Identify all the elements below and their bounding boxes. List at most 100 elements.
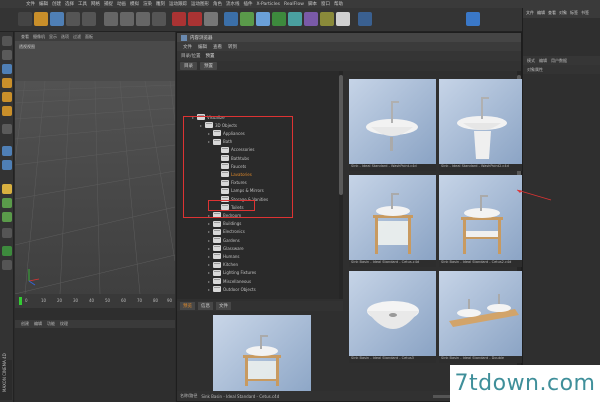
workplane-icon[interactable]	[2, 160, 12, 170]
app-menu-item[interactable]: 选择	[65, 1, 74, 7]
viewport-menu-item[interactable]: 查看	[21, 34, 29, 40]
object-menu-item[interactable]: 文件	[526, 10, 534, 16]
app-menu-item[interactable]: RealFlow	[284, 2, 304, 7]
browser-titlebar[interactable]: 内容浏览器	[177, 33, 521, 42]
app-menu-item[interactable]: 编辑	[39, 1, 48, 7]
attribute-menu-item[interactable]: 编辑	[539, 58, 547, 64]
array-icon[interactable]	[288, 12, 302, 26]
app-menu-item[interactable]: 文件	[26, 1, 35, 7]
move-icon[interactable]	[50, 12, 64, 26]
tab-directory[interactable]: 目录	[180, 62, 197, 70]
tab-file[interactable]: 文件	[216, 302, 231, 310]
playhead[interactable]	[19, 297, 22, 305]
material-menu-item[interactable]: 纹理	[60, 321, 68, 327]
lock-workplane-icon[interactable]	[2, 212, 12, 222]
object-menu-item[interactable]: 对象	[559, 10, 567, 16]
tree-expand-icon[interactable]: ▸	[207, 262, 211, 267]
coord-system-icon[interactable]	[152, 12, 166, 26]
tree-expand-icon[interactable]: ▸	[207, 238, 211, 243]
asset-thumb[interactable]: Sink Basin - Ideal Standard - Cetus3	[349, 271, 436, 363]
tree-expand-icon[interactable]: ▸	[207, 246, 211, 251]
timeline[interactable]: 0 10 20 30 40 50 60 70 80 90	[15, 294, 175, 308]
app-menu-item[interactable]: 运动跟踪	[169, 1, 187, 7]
tree-item[interactable]: ▸ Outdoor Objects	[207, 285, 256, 293]
asset-thumb[interactable]: Sink Basin - Ideal Standard - Cetus2.c4d	[439, 175, 526, 267]
app-menu-item[interactable]: 动画	[117, 1, 126, 7]
viewport-menu-item[interactable]: 显示	[49, 34, 57, 40]
rotate-icon[interactable]	[82, 12, 96, 26]
tree-expand-icon[interactable]: ▸	[207, 229, 211, 234]
app-menu-item[interactable]: 脚本	[308, 1, 317, 7]
app-menu-item[interactable]: 流水线	[226, 1, 240, 7]
tree-expand-icon[interactable]: ▸	[207, 279, 211, 284]
environment-icon[interactable]	[304, 12, 318, 26]
viewport-menu-item[interactable]: 选项	[61, 34, 69, 40]
app-menu-item[interactable]: 窗口	[321, 1, 330, 7]
viewport-menu-item[interactable]: 过滤	[73, 34, 81, 40]
app-menu-item[interactable]: 工具	[78, 1, 87, 7]
z-axis-icon[interactable]	[136, 12, 150, 26]
render-view-icon[interactable]	[172, 12, 186, 26]
object-menu-item[interactable]: 标签	[570, 10, 578, 16]
axis-mode-icon[interactable]	[2, 124, 12, 134]
app-menu-item[interactable]: 捕捉	[104, 1, 113, 7]
tree-scroll-thumb[interactable]	[339, 75, 343, 195]
x-axis-icon[interactable]	[104, 12, 118, 26]
tree-expand-icon[interactable]: ▸	[207, 270, 211, 275]
location-value[interactable]: 预置	[206, 53, 215, 59]
tree-item[interactable]: ▸ Miscellaneous	[207, 277, 251, 285]
app-menu-item[interactable]: 运动图形	[191, 1, 209, 7]
polygons-mode-icon[interactable]	[2, 106, 12, 116]
scale-icon[interactable]	[66, 12, 80, 26]
tab-info[interactable]: 信息	[198, 302, 213, 310]
deformer-icon[interactable]	[272, 12, 286, 26]
tree-item[interactable]: ▸ Glassware	[207, 244, 244, 252]
make-editable-icon[interactable]	[2, 36, 12, 46]
render-settings-icon[interactable]	[204, 12, 218, 26]
sculpt-icon[interactable]	[2, 184, 12, 194]
tree-expand-icon[interactable]: ▸	[207, 221, 211, 226]
texture-mode-icon[interactable]	[2, 64, 12, 74]
edges-mode-icon[interactable]	[2, 92, 12, 102]
browser-menu-item[interactable]: 转到	[228, 44, 237, 50]
y-axis-icon[interactable]	[120, 12, 134, 26]
model-mode-icon[interactable]	[2, 50, 12, 60]
asset-thumb[interactable]: Sink Basin - Ideal Standard - Cetus.c4d	[349, 175, 436, 267]
snap-icon[interactable]	[2, 146, 12, 156]
tab-preview[interactable]: 预览	[180, 302, 195, 310]
tree-item[interactable]: ▸ Lighting Fixtures	[207, 269, 256, 277]
undo-icon[interactable]	[18, 12, 32, 26]
cube-icon[interactable]	[224, 12, 238, 26]
select-icon[interactable]	[34, 12, 48, 26]
tree-scrollbar[interactable]	[339, 71, 343, 299]
app-menu-item[interactable]: 模拟	[130, 1, 139, 7]
tree-item[interactable]: ▸ Gardens	[207, 236, 240, 244]
tree-item[interactable]: ▸ Kitchen	[207, 261, 238, 269]
object-menu-item[interactable]: 编辑	[537, 10, 545, 16]
attribute-menu-item[interactable]: 用户数据	[551, 58, 567, 64]
tree-expand-icon[interactable]: ▸	[207, 254, 211, 259]
tree-item[interactable]: ▸ Humans	[207, 252, 240, 260]
browser-menu-item[interactable]: 编辑	[198, 44, 207, 50]
app-menu-item[interactable]: 角色	[213, 1, 222, 7]
object-menu-item[interactable]: 查看	[548, 10, 556, 16]
nurbs-icon[interactable]	[256, 12, 270, 26]
material-menu-item[interactable]: 编辑	[34, 321, 42, 327]
layout-icon[interactable]	[466, 12, 480, 26]
attribute-sub-item[interactable]: 对象属性	[527, 67, 543, 73]
app-menu-item[interactable]: 创建	[52, 1, 61, 7]
spline-icon[interactable]	[240, 12, 254, 26]
viewport-menu-item[interactable]: 摄像机	[33, 34, 45, 40]
paint-icon[interactable]	[2, 198, 12, 208]
python-icon[interactable]	[2, 246, 12, 256]
tree-item[interactable]: ▸ Electronics	[207, 228, 245, 236]
attribute-menu-item[interactable]: 模式	[527, 58, 535, 64]
object-menu-item[interactable]: 书签	[581, 10, 589, 16]
sky-icon[interactable]	[358, 12, 372, 26]
perspective-viewport[interactable]: 查看 摄像机 显示 选项 过滤 面板 透视视图	[15, 32, 175, 294]
grid-icon[interactable]	[2, 228, 12, 238]
script-icon[interactable]	[2, 260, 12, 270]
app-menu-item[interactable]: 雕刻	[156, 1, 165, 7]
asset-thumb[interactable]: Sink - Ideal Standard - WashPoint.c4d	[349, 79, 436, 171]
light-icon[interactable]	[336, 12, 350, 26]
